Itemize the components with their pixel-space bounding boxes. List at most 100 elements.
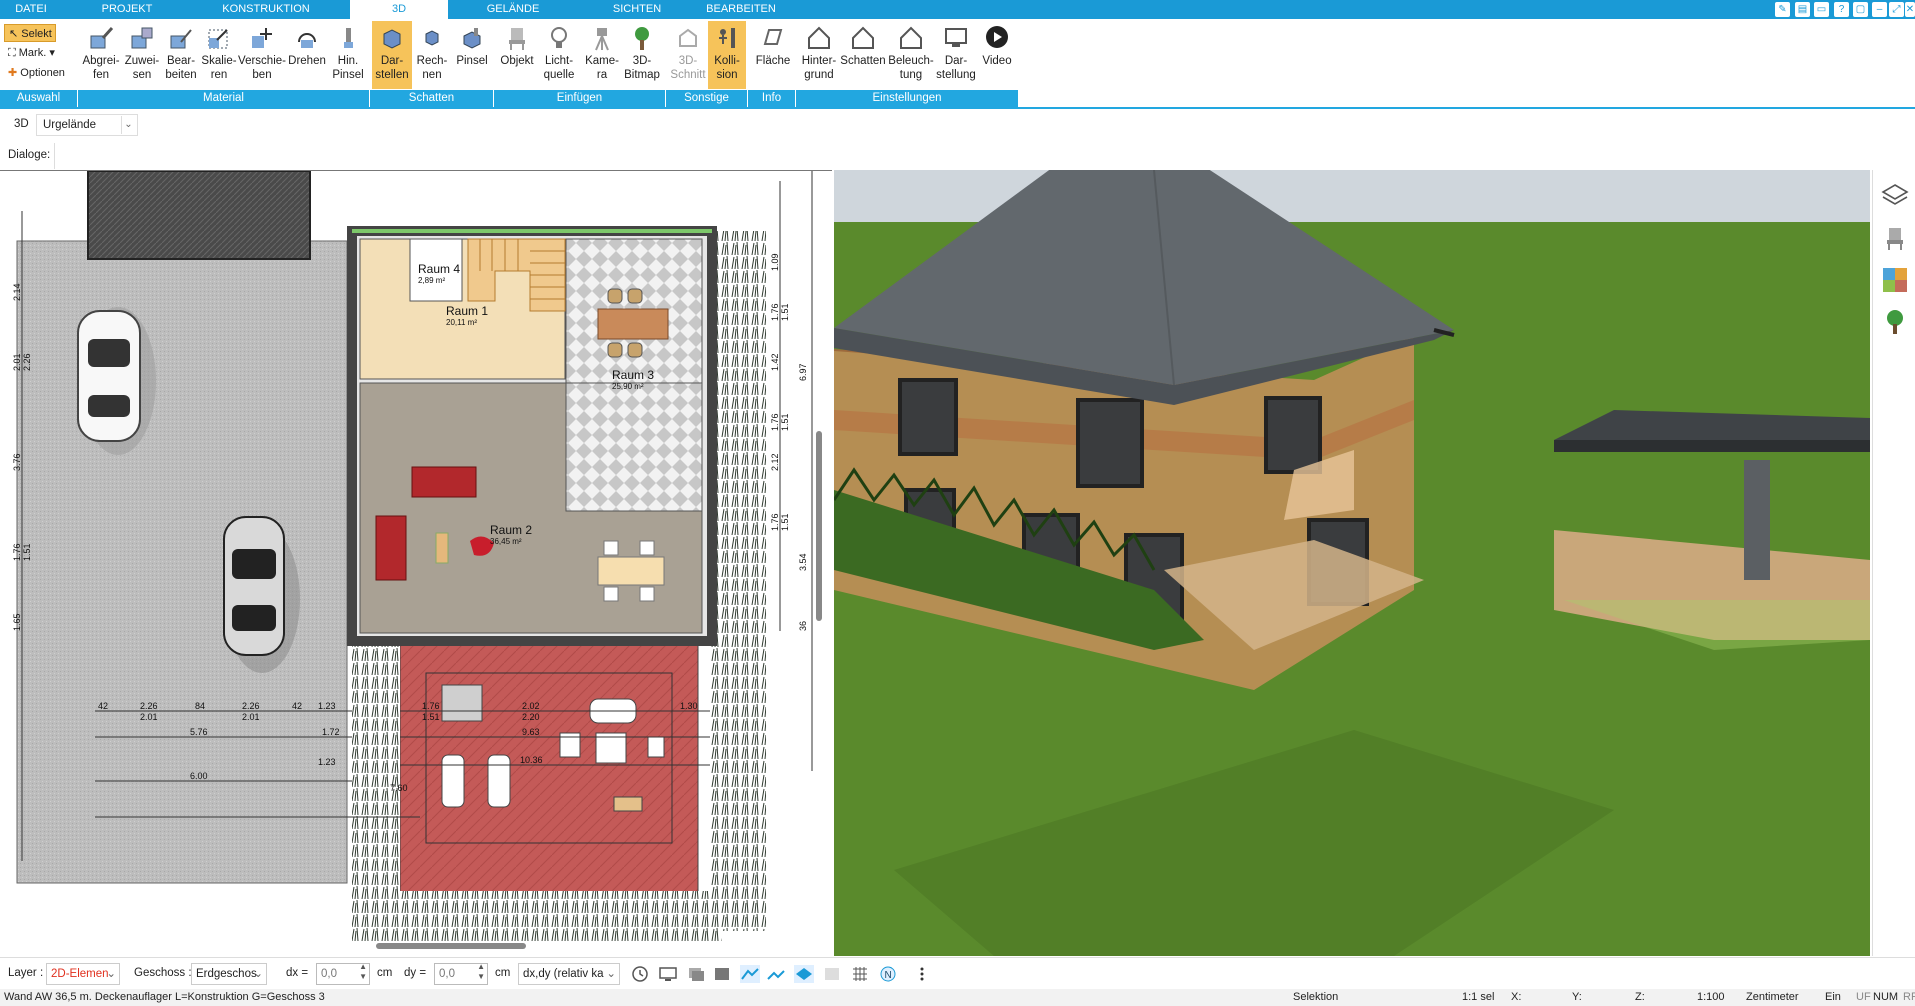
svg-text:1.51: 1.51	[22, 543, 32, 561]
svg-text:1.76: 1.76	[770, 413, 780, 431]
3d-cut-button[interactable]: 3D- Schnitt	[668, 21, 708, 89]
shadow-settings-button[interactable]: Schatten	[838, 21, 888, 89]
terrain-dropdown[interactable]: Urgelände ⌄	[36, 114, 138, 136]
sofa-1[interactable]	[411, 466, 477, 498]
svg-text:3.54: 3.54	[798, 553, 808, 571]
3d-view[interactable]	[834, 170, 1870, 956]
insert-camera-button[interactable]: Kame- ra	[582, 21, 622, 89]
plane-mode-icon[interactable]	[794, 965, 814, 983]
lounger-2[interactable]	[487, 754, 511, 808]
dx-unit: cm	[377, 967, 393, 979]
collision-button[interactable]: Kolli- sion	[708, 21, 746, 89]
area-button[interactable]: Fläche	[752, 21, 794, 89]
coordinate-mode-value: dx,dy (relativ ka	[523, 968, 604, 980]
right-sidebar	[1872, 170, 1915, 956]
north-icon[interactable]: N	[878, 965, 898, 983]
background-house-icon	[808, 26, 830, 49]
schatten-pinsel-button[interactable]: Pinsel	[452, 21, 492, 89]
material-skalieren-button[interactable]: Skalie- ren	[200, 21, 238, 89]
clock-icon[interactable]	[630, 965, 650, 983]
layer-select[interactable]: 2D-Elemen ⌄	[46, 963, 120, 985]
select-button[interactable]: ↖ Selekt	[4, 24, 56, 42]
grid-icon[interactable]	[850, 965, 870, 983]
plan-horizontal-scrollbar[interactable]	[376, 943, 526, 949]
background-button[interactable]: Hinter- grund	[800, 21, 838, 89]
tab-sichten[interactable]: SICHTEN	[578, 0, 696, 19]
tab-bearbeiten[interactable]: BEARBEITEN	[696, 0, 786, 19]
tree-icon	[635, 27, 649, 50]
save-icon[interactable]: ▤	[1795, 2, 1810, 17]
material-zuweisen-button[interactable]: Zuwei- sen	[122, 21, 162, 89]
room-4-area: 2,89 m²	[418, 276, 445, 285]
object-snap-icon[interactable]	[712, 965, 732, 983]
car-1[interactable]	[77, 307, 156, 455]
coordinate-mode-select[interactable]: dx,dy (relativ ka ⌄	[518, 963, 620, 985]
schatten-rechnen-button[interactable]: Rech- nen	[412, 21, 452, 89]
garage	[87, 171, 311, 260]
grill[interactable]	[613, 796, 643, 812]
dx-input[interactable]: 0,0 ▲ ▼	[316, 962, 370, 985]
coffee-table[interactable]	[435, 532, 449, 564]
mark-button[interactable]: ⛶ Mark. ▾	[4, 44, 66, 62]
floor-plan-view[interactable]: Raum 4 2,89 m² Raum 1 20,11 m² Raum 3 25…	[0, 170, 832, 956]
wall-mode-icon[interactable]	[740, 965, 760, 983]
dy-input[interactable]: 0,0 ▲ ▼	[434, 962, 488, 985]
material-drehen-button[interactable]: Drehen	[286, 21, 328, 89]
spinner-icon[interactable]: ▲ ▼	[359, 962, 367, 982]
insert-object-button[interactable]: Objekt	[496, 21, 538, 89]
restore-icon[interactable]: ▢	[1853, 2, 1868, 17]
svg-text:84: 84	[195, 701, 205, 711]
sofa-2[interactable]	[375, 515, 407, 581]
maximize-icon[interactable]: ⤢	[1889, 2, 1904, 17]
layers-icon[interactable]	[1881, 182, 1909, 210]
material-verschieben-button[interactable]: Verschie- ben	[238, 21, 286, 89]
materials-icon[interactable]	[1881, 266, 1909, 294]
svg-text:1.76: 1.76	[770, 513, 780, 531]
help-icon[interactable]: ?	[1834, 2, 1849, 17]
terrain-mode-icon[interactable]	[766, 965, 786, 983]
tools-icon[interactable]: ✎	[1775, 2, 1790, 17]
status-mode: Selektion	[1293, 991, 1339, 1003]
insert-light-button[interactable]: Licht- quelle	[538, 21, 580, 89]
lighting-button[interactable]: Beleuch- tung	[888, 21, 934, 89]
material-bearbeiten-button[interactable]: Bear- beiten	[162, 21, 200, 89]
minimize-icon[interactable]: –	[1872, 2, 1887, 17]
tab-3d[interactable]: 3D	[350, 0, 448, 19]
schatten-darstellen-button[interactable]: Dar- stellen	[372, 21, 412, 89]
dialog-divider	[54, 143, 55, 169]
plants-icon[interactable]	[1881, 308, 1909, 336]
tab-projekt[interactable]: PROJEKT	[62, 0, 192, 19]
layout-icon[interactable]: ▭	[1814, 2, 1829, 17]
display-button[interactable]: Dar- stellung	[934, 21, 978, 89]
lounger-1[interactable]	[441, 754, 465, 808]
layers-display-icon[interactable]	[686, 965, 706, 983]
tab-datei[interactable]: DATEI	[0, 0, 62, 19]
tab-konstruktion[interactable]: KONSTRUKTION	[192, 0, 340, 19]
status-selection: 1:1 sel	[1462, 991, 1495, 1003]
plan-vertical-scrollbar[interactable]	[816, 431, 822, 621]
insert-3d-bitmap-button[interactable]: 3D- Bitmap	[622, 21, 662, 89]
shadow-cube-icon	[383, 29, 401, 49]
group-schatten: Schatten	[370, 90, 494, 107]
options-button[interactable]: ✚ Optionen	[4, 64, 74, 82]
spinner-icon[interactable]: ▲ ▼	[477, 962, 485, 982]
status-uf: UF	[1856, 991, 1871, 1003]
garden-bench[interactable]	[441, 684, 483, 722]
more-icon[interactable]	[912, 965, 932, 983]
tab-gelaende[interactable]: GELÄNDE	[448, 0, 578, 19]
edit-material-icon	[170, 29, 192, 49]
floor-select[interactable]: Erdgeschos ⌄	[191, 963, 267, 985]
furniture-icon[interactable]	[1881, 224, 1909, 252]
close-icon[interactable]: ✕	[1905, 2, 1915, 17]
monitor-view-icon[interactable]	[658, 965, 678, 983]
garden-chair-2[interactable]	[647, 736, 665, 758]
group-einstellungen: Einstellungen	[872, 92, 942, 104]
material-pinsel-button[interactable]: Hin. Pinsel	[328, 21, 368, 89]
texture-icon[interactable]	[822, 965, 842, 983]
status-bar: Wand AW 36,5 m. Deckenauflager L=Konstru…	[0, 989, 1915, 1006]
svg-text:2.14: 2.14	[12, 283, 22, 301]
lightbulb-icon	[551, 27, 567, 48]
svg-text:2.01: 2.01	[242, 712, 260, 722]
video-button[interactable]: Video	[978, 21, 1016, 89]
material-abgreifen-button[interactable]: Abgrei- fen	[80, 21, 122, 89]
